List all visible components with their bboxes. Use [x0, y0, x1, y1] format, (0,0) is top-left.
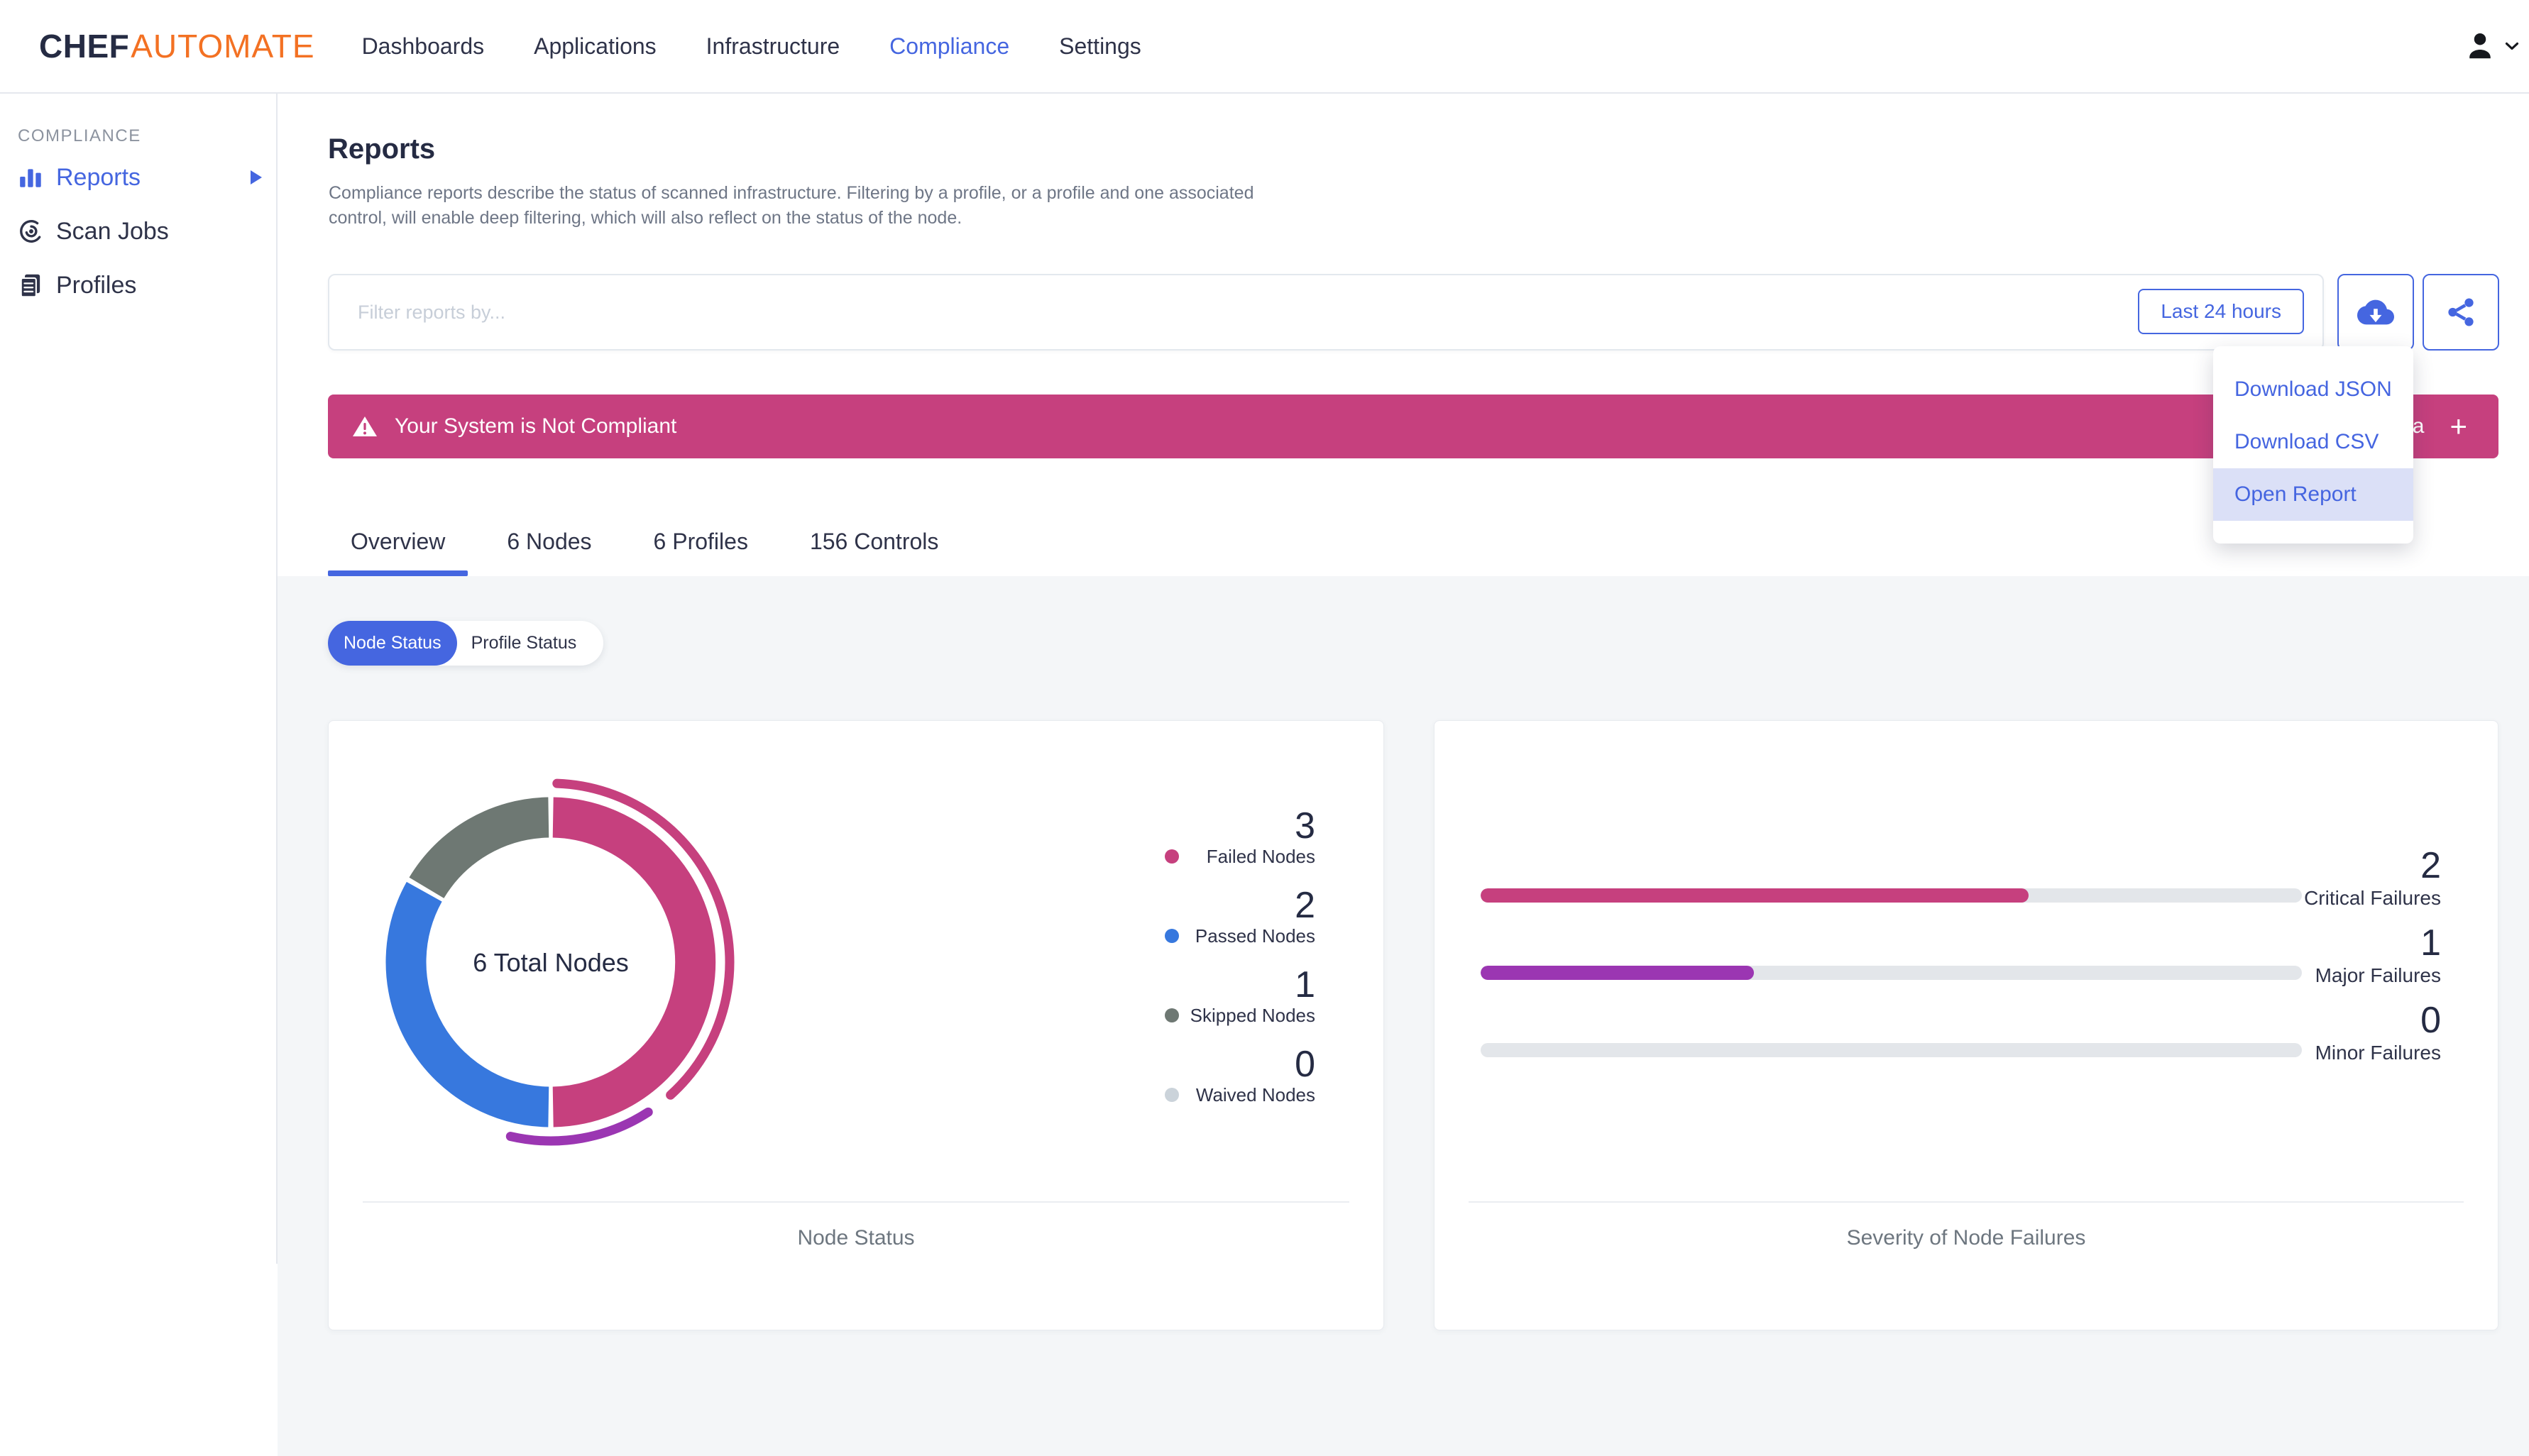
donut-segment-passed-nodes[interactable]: [385, 881, 549, 1127]
tab-overview[interactable]: Overview: [327, 529, 468, 576]
page-title: Reports: [328, 133, 436, 165]
share-button[interactable]: [2423, 274, 2499, 351]
chef-automate-logo[interactable]: CHEF AUTOMATE: [39, 27, 315, 65]
submenu-arrow-icon: [251, 170, 262, 184]
top-nav: CHEF AUTOMATE Dashboards Applications Infr…: [0, 0, 2529, 94]
nav-item-applications[interactable]: Applications: [534, 33, 657, 60]
logo-chef: CHEF: [39, 28, 130, 65]
node-status-caption: Node Status: [797, 1226, 915, 1250]
overview-section: Node Status Profile Status 6 Total Nodes …: [278, 576, 2529, 1456]
severity-info-critical-failures: 2 Critical Failures: [2304, 846, 2441, 911]
legend-count-passed-nodes: 2: [1295, 885, 1315, 926]
download-menu: Download JSON Download CSV Open Report: [2213, 346, 2413, 544]
legend-dot-failed-nodes: [1165, 849, 1179, 864]
legend-label: Skipped Nodes: [1190, 1004, 1315, 1026]
sidebar-items: Reports Scan Jobs Profiles: [0, 150, 276, 312]
sidebar-item-scan-jobs[interactable]: Scan Jobs: [0, 204, 276, 258]
severity-bar-fill: [1481, 966, 1755, 980]
main-content: Reports Compliance reports describe the …: [278, 94, 2529, 1456]
severity-caption: Severity of Node Failures: [1846, 1226, 2086, 1250]
sidebar-item-label: Reports: [56, 163, 141, 191]
tab-6-profiles[interactable]: 6 Profiles: [654, 529, 748, 576]
nav-item-settings[interactable]: Settings: [1059, 33, 1141, 60]
card-divider: [1469, 1201, 2464, 1203]
banner-message: Your System is Not Compliant: [395, 414, 677, 438]
sidebar-item-profiles[interactable]: Profiles: [0, 258, 276, 312]
severity-card: 2 Critical Failures 1 Major Failures 0 Minor …: [1434, 720, 2498, 1330]
filter-row: Filter reports by... Last 24 hours: [328, 274, 2499, 351]
report-tabs: Overview 6 Nodes 6 Profiles 156 Controls: [327, 529, 1000, 576]
download-button[interactable]: [2337, 274, 2414, 351]
sidebar-item-label: Scan Jobs: [56, 217, 169, 245]
filter-input[interactable]: Filter reports by... Last 24 hours: [328, 274, 2324, 351]
sidebar-section-label: COMPLIANCE: [18, 126, 141, 145]
compliance-banner: Your System is Not Compliant Add Data +: [328, 395, 2498, 458]
severity-bar-fill: [1481, 888, 2029, 903]
node-status-legend: 3 Failed Nodes 2 Passed Nodes 1 Skipped Nodes…: [1165, 806, 1315, 1124]
legend-count-failed-nodes: 3: [1295, 805, 1315, 846]
legend-row: Failed Nodes: [1165, 846, 1315, 867]
chevron-down-icon: [2505, 42, 2519, 51]
severity-bar-track-minor-failures: [1481, 1043, 2302, 1057]
menu-item-open-report[interactable]: Open Report: [2213, 468, 2413, 521]
legend-dot-waived-nodes: [1165, 1088, 1179, 1102]
tab-156-controls[interactable]: 156 Controls: [810, 529, 938, 576]
legend-label: Failed Nodes: [1206, 845, 1315, 867]
nav-item-compliance[interactable]: Compliance: [889, 33, 1009, 60]
nav-item-infrastructure[interactable]: Infrastructure: [706, 33, 840, 60]
severity-label: Minor Failures: [2315, 1042, 2441, 1064]
menu-item-download-json[interactable]: Download JSON: [2213, 363, 2413, 416]
plus-icon: +: [2450, 409, 2467, 443]
severity-bar-track-critical-failures: [1481, 888, 2302, 903]
legend-row: Waived Nodes: [1165, 1084, 1315, 1105]
severity-info-major-failures: 1 Major Failures: [2315, 923, 2441, 988]
severity-label: Major Failures: [2315, 964, 2441, 986]
logo-automate: AUTOMATE: [131, 28, 315, 65]
legend-row: Passed Nodes: [1165, 925, 1315, 947]
legend-count-skipped-nodes: 1: [1295, 964, 1315, 1005]
node-status-card: 6 Total Nodes 3 Failed Nodes 2 Passed Nodes…: [328, 720, 1384, 1330]
severity-count: 0: [2420, 1000, 2441, 1041]
legend-dot-passed-nodes: [1165, 929, 1179, 943]
severity-count: 2: [2420, 845, 2441, 886]
status-toggle: Node Status Profile Status: [328, 621, 604, 666]
severity-bar-track-major-failures: [1481, 966, 2302, 980]
legend-label: Waived Nodes: [1195, 1083, 1315, 1105]
legend-label: Passed Nodes: [1195, 925, 1315, 947]
legend-dot-skipped-nodes: [1165, 1008, 1179, 1022]
user-menu[interactable]: [2464, 30, 2519, 62]
documents-icon: [18, 272, 48, 299]
nav-item-dashboards[interactable]: Dashboards: [362, 33, 485, 60]
tab-6-nodes[interactable]: 6 Nodes: [507, 529, 591, 576]
user-avatar-icon: [2464, 30, 2496, 62]
severity-label: Critical Failures: [2304, 887, 2441, 909]
severity-count: 1: [2420, 922, 2441, 964]
cloud-download-icon: [2357, 294, 2394, 331]
bar-chart-icon: [18, 164, 48, 191]
sidebar-item-reports[interactable]: Reports: [0, 150, 276, 204]
legend-row: Skipped Nodes: [1165, 1005, 1315, 1026]
severity-info-minor-failures: 0 Minor Failures: [2315, 1000, 2441, 1066]
time-range-button[interactable]: Last 24 hours: [2138, 289, 2304, 334]
page-description: Compliance reports describe the status o…: [329, 183, 1254, 228]
radar-icon: [18, 218, 48, 245]
main-nav: Dashboards Applications Infrastructure Comp…: [362, 33, 1191, 60]
reports-header-section: Reports Compliance reports describe the …: [278, 94, 2529, 576]
warning-triangle-icon: [352, 415, 378, 438]
card-divider: [363, 1201, 1349, 1203]
toggle-node-status[interactable]: Node Status: [328, 621, 457, 666]
donut-segment-skipped-nodes[interactable]: [409, 797, 549, 899]
toggle-profile-status[interactable]: Profile Status: [457, 633, 604, 653]
share-icon: [2445, 296, 2477, 329]
donut-center-label: 6 Total Nodes: [473, 948, 629, 977]
sidebar: COMPLIANCE Reports Scan Jobs Profiles: [0, 94, 278, 1264]
overview-cards: 6 Total Nodes 3 Failed Nodes 2 Passed Nodes…: [328, 720, 2529, 1330]
filter-placeholder: Filter reports by...: [358, 301, 506, 323]
menu-item-download-csv[interactable]: Download CSV: [2213, 416, 2413, 468]
legend-count-waived-nodes: 0: [1295, 1044, 1315, 1085]
sidebar-item-label: Profiles: [56, 271, 137, 299]
